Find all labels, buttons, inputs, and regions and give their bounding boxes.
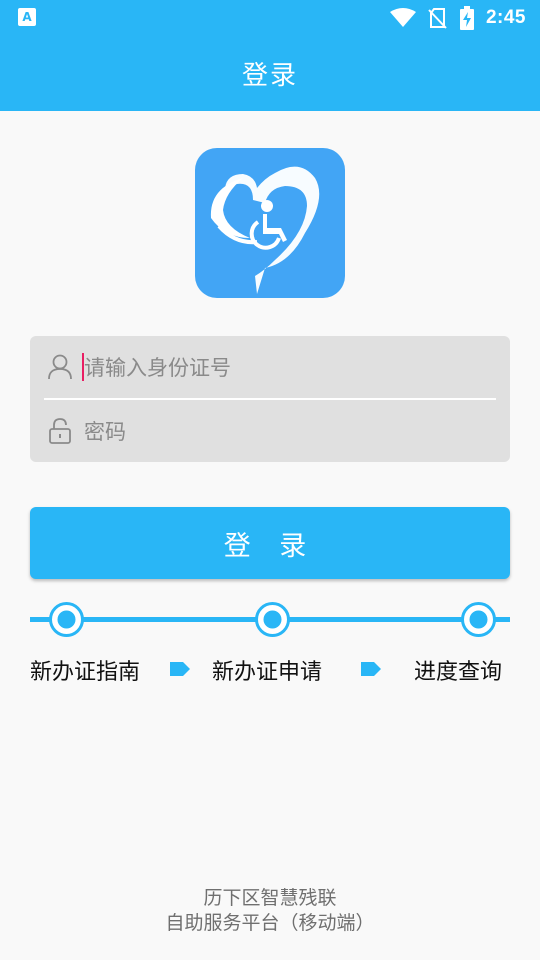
password-field[interactable]: 密码 [30, 400, 510, 462]
user-icon [48, 354, 72, 380]
footer-org-name: 历下区智慧残联 [203, 887, 337, 909]
app-logo [195, 148, 345, 298]
battery-charging-icon [459, 6, 474, 30]
heart-wheelchair-icon [210, 166, 320, 294]
step-dot-1 [49, 602, 84, 637]
app-bar: 登录 [0, 36, 540, 111]
step-dot-2 [255, 602, 290, 637]
footer: 历下区智慧残联 自助服务平台（移动端） [0, 886, 540, 936]
arrow-right-icon [170, 662, 190, 676]
status-time: 2:45 [485, 7, 526, 28]
app-notification-icon: A [18, 8, 36, 26]
id-number-field[interactable]: 请输入身份证号 [30, 336, 510, 398]
arrow-right-icon [361, 662, 381, 676]
step-progress-query[interactable]: 进度查询 [414, 654, 502, 686]
wifi-icon [389, 8, 416, 27]
status-icons: 2:45 [389, 0, 526, 36]
password-input[interactable]: 密码 [84, 416, 126, 446]
step-dot-3 [461, 602, 496, 637]
lock-icon [49, 418, 71, 444]
login-button[interactable]: 登 录 [30, 507, 510, 579]
id-number-input[interactable]: 请输入身份证号 [84, 352, 231, 382]
page-title: 登录 [241, 61, 298, 91]
status-bar: A 2:45 [0, 0, 540, 36]
no-sim-icon [428, 8, 447, 29]
step-new-card-guide[interactable]: 新办证指南 [30, 654, 140, 686]
login-form: 请输入身份证号 密码 [30, 336, 510, 462]
footer-platform-name: 自助服务平台（移动端） [165, 912, 375, 934]
step-new-card-apply[interactable]: 新办证申请 [212, 654, 322, 686]
